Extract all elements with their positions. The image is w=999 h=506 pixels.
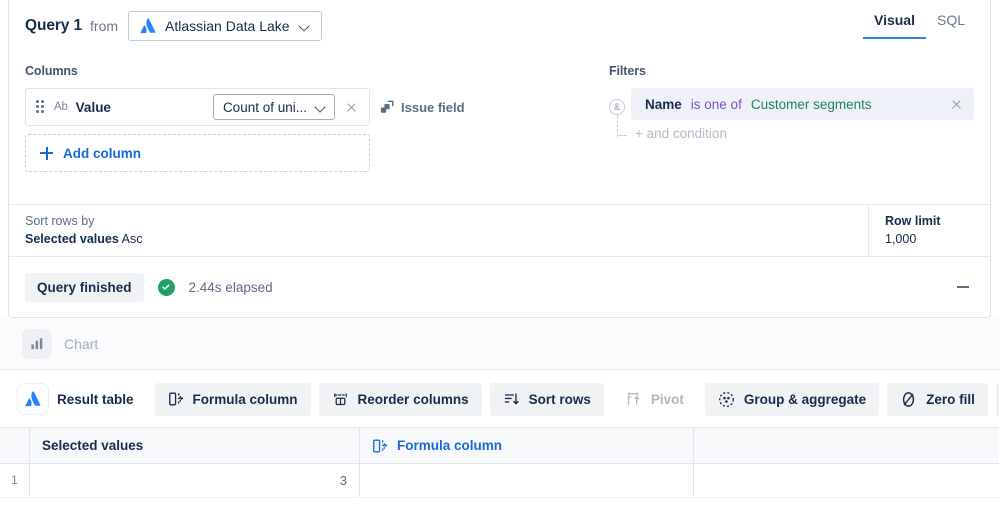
from-label: from <box>90 18 119 34</box>
row-number-cell: 1 <box>0 464 30 497</box>
drag-handle-icon[interactable] <box>36 100 46 114</box>
minus-icon <box>957 286 969 288</box>
filter-operator: is one of <box>690 96 742 112</box>
sort-label: Sort rows by <box>25 214 95 228</box>
toolbar-zero-fill-button[interactable]: Zero fill <box>887 382 988 416</box>
toolbar-group-aggregate-label: Group & aggregate <box>743 391 867 407</box>
column-chip-value[interactable]: Ab Value Count of uni... <box>25 88 370 126</box>
filters-list: & Name is one of Customer segments + and… <box>609 88 974 141</box>
add-column-label: Add column <box>63 145 141 161</box>
issue-field-label: Issue field <box>401 99 465 115</box>
result-table: Selected values Formula column 1 3 <box>0 428 999 506</box>
toolbar-reorder-columns-label: Reorder columns <box>357 391 469 407</box>
remove-column-button[interactable] <box>339 95 363 119</box>
toolbar-zero-fill-label: Zero fill <box>926 391 975 407</box>
chevron-down-icon <box>315 101 327 113</box>
toolbar-group-aggregate-button[interactable]: Group & aggregate <box>704 382 880 416</box>
sort-field: Selected values <box>25 232 119 246</box>
query-card-header: Query 1 from Atlassian Data Lake Visual … <box>9 0 990 52</box>
sort-direction: Asc <box>121 232 143 246</box>
tab-visual[interactable]: Visual <box>862 8 926 39</box>
table-row[interactable]: 1 3 <box>0 464 999 498</box>
formula-column-icon <box>373 439 388 452</box>
toolbar-result-table-label: Result table <box>57 391 134 407</box>
plus-icon <box>40 146 53 160</box>
text-type-icon: Ab <box>54 101 68 113</box>
query-status-button[interactable]: Query finished <box>25 272 144 302</box>
row-limit-block[interactable]: Row limit 1,000 <box>868 205 990 256</box>
cell-selected-values[interactable]: 3 <box>30 464 360 497</box>
zero-fill-icon <box>903 391 915 407</box>
toolbar-reorder-columns-button[interactable]: Reorder columns <box>318 382 482 416</box>
remove-filter-button[interactable] <box>944 92 968 116</box>
bar-chart-icon <box>22 328 52 359</box>
row-limit-value: 1,000 <box>885 232 917 246</box>
toolbar-result-table-button[interactable]: Result table <box>12 383 147 416</box>
query-title: Query 1 <box>25 17 83 34</box>
filter-field: Name <box>645 96 682 112</box>
row-limit-label: Row limit <box>885 214 941 228</box>
filter-connector-elbow <box>617 135 627 136</box>
collapse-query-button[interactable] <box>952 276 974 298</box>
reorder-columns-icon <box>333 393 347 406</box>
toolbar-pivot-label: Pivot <box>650 391 684 407</box>
view-mode-tabs: Visual SQL <box>862 8 976 39</box>
table-header-row: Selected values Formula column <box>0 428 999 464</box>
close-icon <box>346 102 357 113</box>
pivot-icon <box>627 392 639 405</box>
toolbar-formula-column-button[interactable]: Formula column <box>154 382 311 416</box>
toolbar-sort-rows-button[interactable]: Sort rows <box>489 382 604 416</box>
issue-field-button[interactable]: Issue field <box>380 100 465 115</box>
query-card: Query 1 from Atlassian Data Lake Visual … <box>8 0 991 318</box>
sort-rows-icon <box>504 393 519 405</box>
columns-section-label: Columns <box>25 64 78 78</box>
result-toolbar: Result table Formula column Reorder colu… <box>0 371 999 428</box>
toolbar-sort-rows-label: Sort rows <box>528 391 591 407</box>
sort-rows-by-block[interactable]: Sort rows by Selected values Asc <box>9 205 868 256</box>
filter-connector-badge[interactable]: & <box>609 99 625 115</box>
filter-connector-line <box>616 115 618 137</box>
data-source-name: Atlassian Data Lake <box>165 18 290 34</box>
workspace-screen: Query 1 from Atlassian Data Lake Visual … <box>0 0 999 506</box>
formula-column-icon <box>168 392 183 406</box>
toolbar-pivot-button[interactable]: Pivot <box>612 383 697 416</box>
issue-field-icon <box>380 100 394 113</box>
atlassian-logo-icon <box>140 18 156 34</box>
columns-row: Ab Value Count of uni... Issue field <box>25 88 585 126</box>
elapsed-time: 2.44s elapsed <box>188 279 273 295</box>
data-source-select[interactable]: Atlassian Data Lake <box>128 11 322 41</box>
filter-value: Customer segments <box>750 96 872 112</box>
group-aggregate-icon <box>718 391 734 407</box>
filter-chip-name[interactable]: Name is one of Customer segments <box>631 88 974 120</box>
column-name: Value <box>75 99 111 115</box>
chart-label: Chart <box>64 335 99 352</box>
column-header-formula-column[interactable]: Formula column <box>360 428 694 463</box>
column-header-formula-column-label: Formula column <box>397 438 503 453</box>
sort-and-limit-strip: Sort rows by Selected values Asc Row lim… <box>9 204 990 257</box>
aggregation-select[interactable]: Count of uni... <box>212 94 335 120</box>
close-icon <box>951 99 962 110</box>
tab-sql[interactable]: SQL <box>926 8 976 39</box>
column-header-blank <box>694 428 999 463</box>
column-header-selected-values[interactable]: Selected values <box>30 428 360 463</box>
atlassian-logo-icon <box>18 384 48 414</box>
query-status-row: Query finished 2.44s elapsed <box>9 258 990 316</box>
chart-section-tab[interactable]: Chart <box>0 318 999 370</box>
aggregation-value: Count of uni... <box>222 99 307 115</box>
add-column-button[interactable]: Add column <box>25 134 370 172</box>
chevron-down-icon <box>299 20 311 32</box>
row-number-header <box>0 428 30 463</box>
cell-blank <box>694 464 999 497</box>
filters-pane: Filters & Name is one of Customer segmen… <box>609 64 974 172</box>
add-and-condition-button[interactable]: + and condition <box>635 126 974 141</box>
columns-pane: Columns Ab Value Count of uni... Issue f… <box>25 64 585 172</box>
success-check-icon <box>157 278 175 296</box>
toolbar-formula-column-label: Formula column <box>192 391 298 407</box>
filters-section-label: Filters <box>609 64 646 78</box>
query-builder: Columns Ab Value Count of uni... Issue f… <box>9 52 990 172</box>
cell-formula-column[interactable] <box>360 464 694 497</box>
